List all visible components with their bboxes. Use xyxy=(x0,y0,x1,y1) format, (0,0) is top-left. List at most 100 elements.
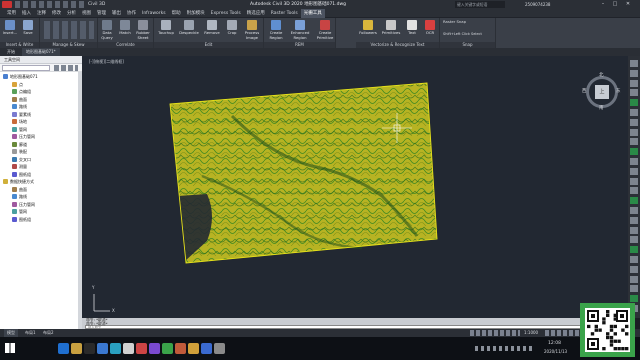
data-query-button[interactable]: Data Query xyxy=(99,20,115,40)
taskbar-app-icon[interactable] xyxy=(71,343,82,354)
tree-item[interactable]: 管网 xyxy=(3,208,82,216)
rubber-sheet-button[interactable]: Rubber Sheet xyxy=(135,20,151,40)
text-button[interactable]: Text xyxy=(404,20,420,40)
create-primitive-button[interactable]: Create Primitive xyxy=(314,20,336,40)
close-button[interactable]: ✕ xyxy=(622,1,634,8)
taskbar-app-icon[interactable] xyxy=(149,343,160,354)
user-name[interactable]: 2509074238 xyxy=(525,1,550,8)
enhanced-region-button[interactable]: Enhanced Region xyxy=(288,20,312,40)
shift-click-select-toggle[interactable]: Shift+Left Click Select xyxy=(443,32,482,37)
taskbar-app-icon[interactable] xyxy=(175,343,186,354)
ocr-button[interactable]: OCR xyxy=(422,20,438,40)
tree-item[interactable]: 场地 xyxy=(3,118,82,126)
nav-tool-icon[interactable] xyxy=(630,128,638,136)
save-button[interactable]: Save xyxy=(20,20,36,40)
despeckle-button[interactable]: Despeckle xyxy=(178,20,200,40)
ribbon-tab[interactable]: 视图 xyxy=(79,9,94,18)
tree-item[interactable]: 图纸组 xyxy=(3,171,82,179)
ribbon-tab[interactable]: 注释 xyxy=(34,9,49,18)
maximize-button[interactable]: □ xyxy=(610,1,620,8)
ribbon-tab[interactable]: Raster Tools xyxy=(268,9,301,18)
taskbar-app-icon[interactable] xyxy=(110,343,121,354)
nav-tool-icon[interactable] xyxy=(630,158,638,165)
ribbon-tab[interactable]: 帮助 xyxy=(169,9,184,18)
nav-tool-icon[interactable] xyxy=(630,148,638,156)
compass-west[interactable]: 西 xyxy=(582,88,587,94)
quick-access-icons[interactable] xyxy=(15,1,85,8)
toolspace-toolbar-icons[interactable] xyxy=(54,65,78,71)
tree-item[interactable]: 路线 xyxy=(3,103,82,111)
ribbon-tab[interactable]: 修改 xyxy=(49,9,64,18)
nav-tool-icon[interactable] xyxy=(630,177,638,185)
nav-tool-icon[interactable] xyxy=(630,187,638,195)
tree-item[interactable]: 压力管网 xyxy=(3,201,82,209)
layout-tab-model[interactable]: 模型 xyxy=(4,329,18,337)
compass-east[interactable]: 东 xyxy=(616,88,621,94)
compass-north[interactable]: 北 xyxy=(599,72,604,78)
doc-tab-start[interactable]: 开始 xyxy=(4,48,18,56)
tree-item[interactable]: 地形图基础071 xyxy=(3,73,82,81)
raster-snap-toggle[interactable]: Raster Snap xyxy=(443,19,466,25)
match-button[interactable]: Match xyxy=(117,20,133,40)
search-input[interactable]: 键入关键字或短语 xyxy=(455,1,505,8)
clock-time[interactable]: 12:08 xyxy=(548,341,561,346)
ribbon-tab[interactable]: Express Tools xyxy=(208,9,244,18)
tree-item[interactable]: 点 xyxy=(3,81,82,89)
taskbar-app-icon[interactable] xyxy=(162,343,173,354)
taskbar-app-icon[interactable] xyxy=(97,343,108,354)
tree-item[interactable]: 交叉口 xyxy=(3,156,82,164)
tree-item[interactable]: 要素线 xyxy=(3,111,82,119)
tree-item[interactable]: 管网 xyxy=(3,126,82,134)
nav-tool-icon[interactable] xyxy=(630,167,638,175)
nav-tool-icon[interactable] xyxy=(630,138,638,146)
nav-tool-icon[interactable] xyxy=(630,285,638,293)
tree-item[interactable]: 数据快捷方式 xyxy=(3,178,82,186)
touchup-button[interactable]: Touchup xyxy=(156,20,176,40)
drawing-viewport[interactable]: [-][俯视][二维线框] Y X 上 北 南 东 西 xyxy=(82,56,628,318)
app-menu-button[interactable] xyxy=(2,1,12,8)
taskbar-app-icon[interactable] xyxy=(84,343,95,354)
clock-date[interactable]: 2020/11/13 xyxy=(544,349,567,354)
taskbar-app-icon[interactable] xyxy=(214,343,225,354)
nav-tool-icon[interactable] xyxy=(630,118,638,126)
tree-item[interactable]: 曲面 xyxy=(3,186,82,194)
ribbon-tab[interactable]: 插入 xyxy=(19,9,34,18)
primitives-button[interactable]: Primitives xyxy=(380,20,402,40)
tree-item[interactable]: 压力管网 xyxy=(3,133,82,141)
nav-tool-icon[interactable] xyxy=(630,275,638,283)
nav-tool-icon[interactable] xyxy=(630,295,638,303)
ribbon-tab[interactable]: Infraworks xyxy=(139,9,169,18)
crop-button[interactable]: Crop xyxy=(224,20,240,40)
tree-item[interactable]: 装配 xyxy=(3,148,82,156)
nav-tool-icon[interactable] xyxy=(630,236,638,244)
minimize-button[interactable]: – xyxy=(598,1,608,8)
taskbar-app-icon[interactable] xyxy=(58,343,69,354)
layout-tab-1[interactable]: 布局1 xyxy=(22,329,39,337)
ribbon-tab[interactable]: 精选应用 xyxy=(244,9,268,18)
manage-tool-icons[interactable] xyxy=(44,21,94,39)
ribbon-tab[interactable]: 附加模块 xyxy=(184,9,208,18)
taskbar-app-icon[interactable] xyxy=(123,343,134,354)
nav-tool-icon[interactable] xyxy=(630,79,638,87)
tree-item[interactable]: 路线 xyxy=(3,193,82,201)
system-tray-icons[interactable] xyxy=(475,346,535,351)
workspace-label[interactable]: Civil 3D xyxy=(88,1,105,8)
nav-tool-icon[interactable] xyxy=(630,226,638,234)
view-cube-face[interactable]: 上 xyxy=(595,85,609,99)
tree-item[interactable]: 图纸组 xyxy=(3,216,82,224)
tree-item[interactable]: 曲面 xyxy=(3,96,82,104)
nav-tool-icon[interactable] xyxy=(630,89,638,97)
nav-tool-icon[interactable] xyxy=(630,60,638,67)
ribbon-tab[interactable]: 光栅工具 xyxy=(300,9,325,18)
status-toggle-icons[interactable] xyxy=(470,330,520,336)
insert-button[interactable]: Insert... xyxy=(2,20,18,40)
nav-tool-icon[interactable] xyxy=(630,109,638,116)
nav-tool-icon[interactable] xyxy=(630,246,638,254)
ribbon-tab[interactable]: 输出 xyxy=(109,9,124,18)
taskbar-app-icon[interactable] xyxy=(136,343,147,354)
remove-button[interactable]: Remove xyxy=(202,20,222,40)
ribbon-tab[interactable]: 分析 xyxy=(64,9,79,18)
status-toggle-icons-right[interactable] xyxy=(545,330,580,336)
layout-tab-2[interactable]: 布局2 xyxy=(40,329,57,337)
ribbon-tab[interactable]: 常用 xyxy=(4,9,19,18)
